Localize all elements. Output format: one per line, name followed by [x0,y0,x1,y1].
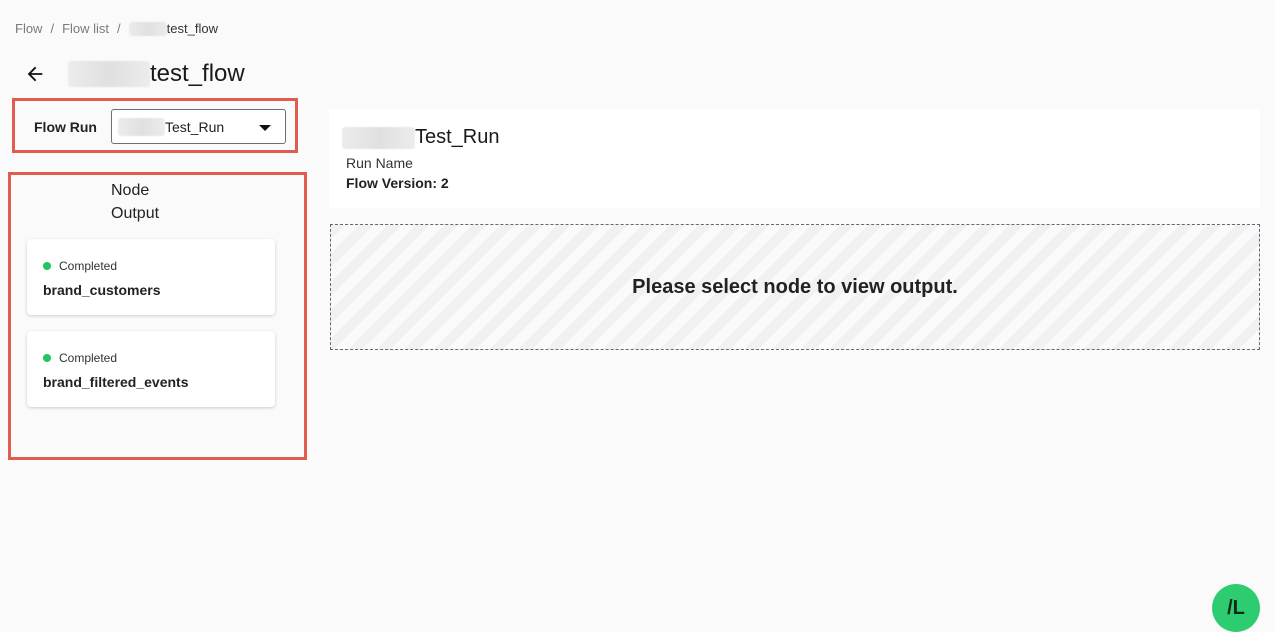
page-header: test_flow [22,60,245,88]
breadcrumb-current-label: test_flow [166,21,218,36]
redacted-text [118,117,165,136]
status-dot-icon [43,354,51,362]
run-title: Test_Run [342,126,500,149]
breadcrumb-item-flow[interactable]: Flow [15,21,42,36]
node-card[interactable]: Completed brand_filtered_events [27,331,275,407]
flow-run-select[interactable]: Test_Run [111,109,286,144]
flow-version-label: Flow Version: 2 [346,175,449,191]
node-output-heading-line1: Node [111,182,150,199]
node-output-heading-line2: Output [111,205,160,222]
node-card[interactable]: Completed brand_customers [27,239,275,315]
page-title-label: test_flow [150,60,245,87]
output-placeholder-area: Please select node to view output. [330,224,1260,350]
status-dot-icon [43,262,51,270]
breadcrumb-item-flow-list[interactable]: Flow list [62,21,109,36]
breadcrumb-separator: / [117,21,121,36]
caret-down-icon [259,125,271,131]
output-placeholder-text: Please select node to view output. [632,275,958,298]
redacted-text [128,21,167,36]
breadcrumb-separator: / [50,21,55,36]
breadcrumb-current: test_flow [128,21,218,36]
redacted-text [68,61,150,87]
run-name-label: Run Name [346,155,413,171]
node-status: Completed [43,259,117,273]
redacted-text [342,126,415,149]
node-status-label: Completed [59,259,118,273]
node-name: brand_filtered_events [43,374,189,390]
arrow-left-icon [27,66,43,82]
run-title-label: Test_Run [415,126,500,148]
node-output-heading: Node Output [111,179,181,225]
run-info-panel: Test_Run Run Name Flow Version: 2 [329,109,1260,208]
node-status-label: Completed [59,351,118,365]
node-status: Completed [43,351,117,365]
node-name: brand_customers [43,282,161,298]
back-button[interactable] [22,61,48,87]
flow-run-label: Flow Run [34,119,97,135]
flow-run-selected-value: Test_Run [165,118,225,135]
assistant-fab-button[interactable]: /L [1212,584,1260,632]
breadcrumb: Flow / Flow list / test_flow [15,21,218,36]
page-title: test_flow [68,60,245,88]
